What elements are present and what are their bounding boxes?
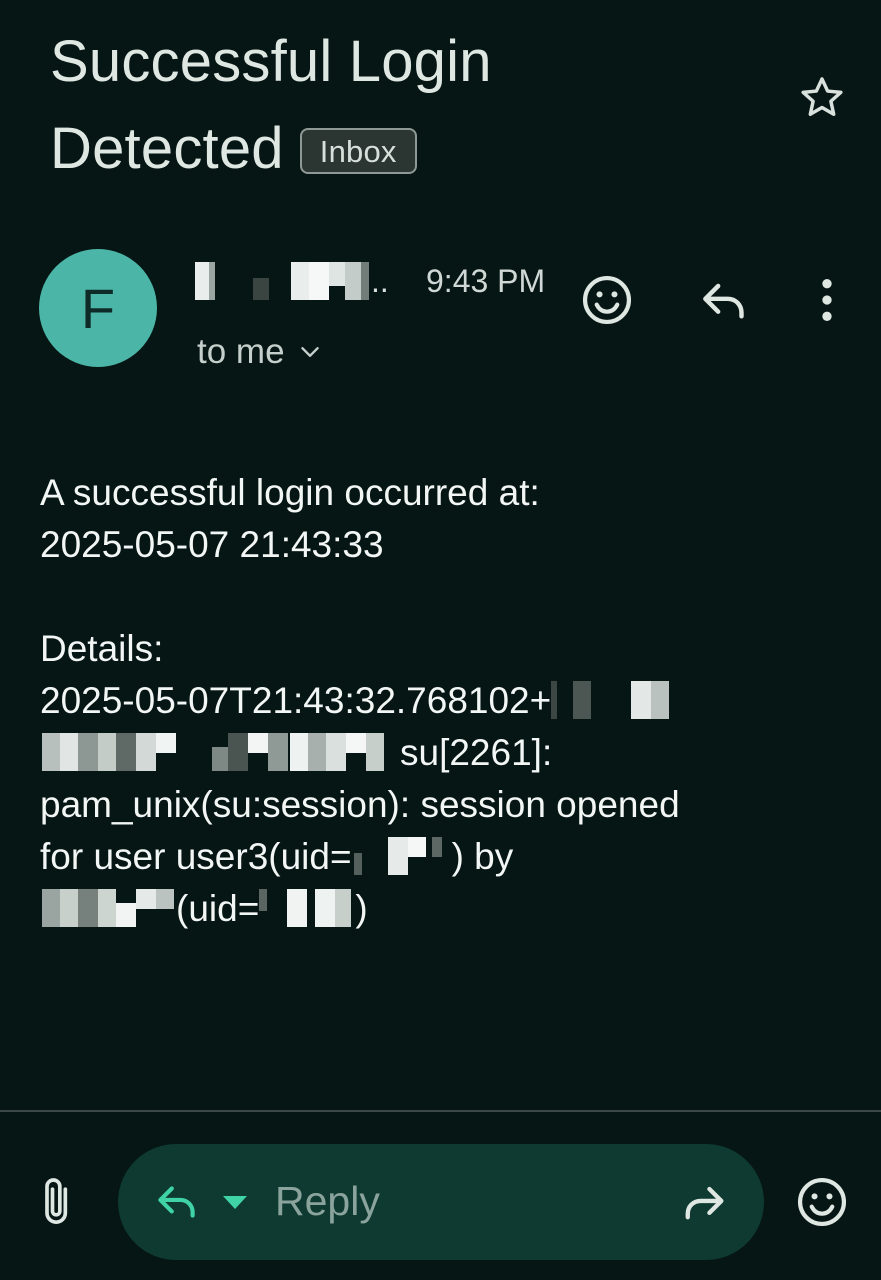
log-timestamp: 2025-05-07T21:43:32.768102+ — [40, 680, 552, 721]
redacted-block — [309, 262, 329, 300]
more-vert-icon[interactable] — [799, 272, 855, 328]
sender-name-ellipsis: .. — [371, 263, 389, 299]
reply-placeholder: Reply — [275, 1178, 380, 1224]
recipient-label: to me — [197, 332, 285, 371]
redacted-timezone — [551, 681, 671, 720]
redacted-username — [40, 889, 176, 928]
log-uid-text: (uid= — [176, 888, 260, 929]
inbox-label-chip[interactable]: Inbox — [299, 127, 417, 174]
redacted-block — [345, 262, 361, 300]
redacted-hostname — [40, 733, 400, 772]
email-body: A successful login occurred at: 2025-05-… — [40, 467, 840, 935]
body-line: 2025-05-07 21:43:33 — [40, 524, 384, 565]
subject-line-2-text: Detected — [50, 116, 284, 181]
redacted-block — [361, 262, 369, 300]
subject-line-2: Detected Inbox — [50, 105, 770, 192]
caret-down-icon[interactable] — [220, 1192, 250, 1212]
sender-avatar[interactable]: F — [39, 249, 157, 367]
chevron-down-icon — [300, 347, 319, 357]
sender-initial: F — [80, 276, 116, 340]
log-by-text: ) by — [451, 836, 514, 877]
attachment-icon[interactable] — [36, 1174, 80, 1230]
email-subject: Successful Login Detected Inbox — [50, 18, 770, 192]
log-close-paren: ) — [355, 888, 368, 929]
reply-icon[interactable] — [696, 272, 752, 328]
redacted-uid — [352, 837, 452, 876]
body-line: for user user3(uid= ) by — [40, 831, 840, 883]
star-icon[interactable] — [796, 72, 848, 124]
body-line: 2025-05-07T21:43:32.768102+ — [40, 675, 840, 727]
redacted-block — [291, 262, 309, 300]
redacted-block — [253, 278, 269, 300]
redacted-block — [209, 262, 215, 300]
email-time: 9:43 PM — [426, 263, 546, 299]
body-line: A successful login occurred at: — [40, 472, 540, 513]
subject-line-1: Successful Login — [50, 29, 492, 94]
log-user-text: for user user3(uid= — [40, 836, 352, 877]
emoji-reaction-icon[interactable] — [794, 1174, 850, 1230]
redacted-block — [195, 262, 209, 300]
body-line: pam_unix(su:session): session opened — [40, 784, 680, 825]
log-process: su[2261]: — [400, 732, 553, 773]
redacted-block — [329, 262, 345, 286]
footer-divider — [0, 1110, 881, 1112]
reply-icon[interactable] — [152, 1176, 202, 1226]
body-line: su[2261]: — [40, 727, 840, 779]
body-line: Details: — [40, 628, 164, 669]
emoji-reaction-icon[interactable] — [579, 272, 635, 328]
redacted-uid-2 — [259, 889, 355, 928]
body-line: (uid= ) — [40, 883, 840, 935]
forward-icon[interactable] — [678, 1178, 730, 1226]
recipient-details-toggle[interactable]: to me — [197, 330, 323, 374]
sender-name[interactable]: .. — [195, 262, 395, 300]
reply-compose-bar[interactable]: Reply — [118, 1144, 764, 1260]
body-blank-line — [40, 571, 840, 623]
